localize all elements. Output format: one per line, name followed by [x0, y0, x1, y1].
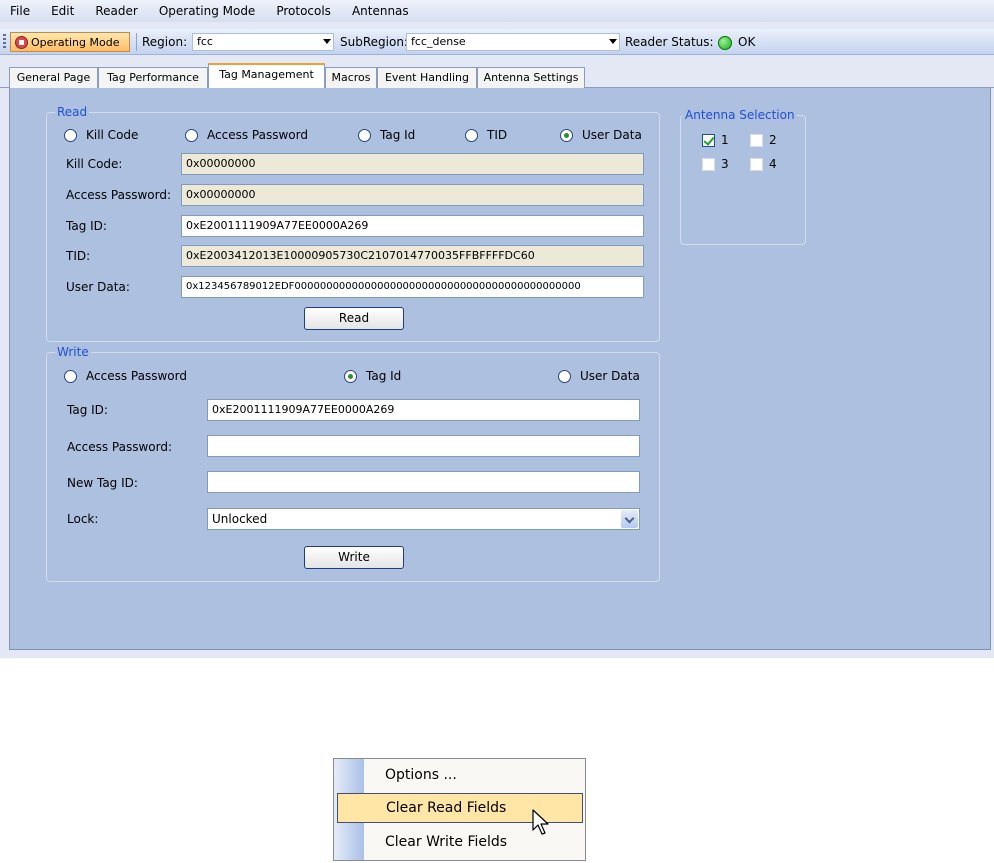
tab-antenna-settings[interactable]: Antenna Settings	[477, 67, 585, 88]
tab-event-handling[interactable]: Event Handling	[377, 67, 477, 88]
write-access-password-field[interactable]	[207, 435, 640, 457]
menu-item-options[interactable]: Options ...	[364, 761, 585, 791]
tid-label: TID:	[66, 249, 91, 263]
radio-icon	[185, 128, 198, 142]
toolbar: Operating Mode Region: fcc SubRegion: fc…	[0, 29, 994, 55]
subregion-label: SubRegion:	[340, 35, 408, 49]
antenna-1-checkbox[interactable]: 1	[702, 133, 729, 147]
read-option-kill-code[interactable]: Kill Code	[64, 128, 138, 142]
read-option-tag-id[interactable]: Tag Id	[358, 128, 415, 142]
kill-code-field[interactable]: 0x00000000	[181, 153, 644, 175]
menu-bar: File Edit Reader Operating Mode Protocol…	[0, 0, 994, 22]
antenna-3-checkbox[interactable]: 3	[702, 157, 729, 171]
access-password-field[interactable]: 0x00000000	[181, 184, 644, 206]
operating-mode-label: Operating Mode	[31, 35, 120, 49]
write-group-title: Write	[55, 345, 91, 359]
lock-value: Unlocked	[212, 512, 268, 526]
operating-mode-button[interactable]: Operating Mode	[10, 32, 130, 52]
menu-reader[interactable]: Reader	[95, 4, 137, 18]
checkbox-icon	[750, 133, 763, 147]
subregion-value: fcc_dense	[411, 35, 466, 48]
toolbar-grip-icon[interactable]	[3, 34, 6, 50]
tab-general-page[interactable]: General Page	[9, 67, 98, 88]
antenna-2-checkbox[interactable]: 2	[750, 133, 777, 147]
reader-status-label: Reader Status:	[625, 35, 714, 49]
tab-macros[interactable]: Macros	[325, 67, 377, 88]
status-ok-icon	[718, 36, 732, 50]
antenna-selection-title: Antenna Selection	[683, 108, 797, 122]
menu-file[interactable]: File	[10, 4, 30, 18]
read-button[interactable]: Read	[304, 307, 404, 330]
radio-icon	[64, 369, 77, 383]
region-value: fcc	[197, 35, 213, 48]
antenna-selection-group: Antenna Selection 1 2 3 4	[680, 108, 806, 245]
menu-operating-mode[interactable]: Operating Mode	[159, 4, 256, 18]
kill-code-label: Kill Code:	[66, 157, 123, 171]
tid-field[interactable]: 0xE2003412013E10000905730C2107014770035F…	[181, 245, 644, 267]
write-access-password-label: Access Password:	[67, 440, 172, 454]
tab-tag-performance[interactable]: Tag Performance	[98, 67, 208, 88]
menu-edit[interactable]: Edit	[51, 4, 74, 18]
write-option-tag-id[interactable]: Tag Id	[344, 369, 401, 383]
radio-icon	[358, 128, 371, 142]
checkbox-checked-icon	[702, 133, 715, 147]
write-tag-id-label: Tag ID:	[67, 403, 108, 417]
checkbox-icon	[750, 157, 763, 171]
radio-icon	[465, 128, 478, 142]
radio-icon	[558, 369, 571, 383]
write-option-user-data[interactable]: User Data	[558, 369, 640, 383]
application-window: File Edit Reader Operating Mode Protocol…	[0, 0, 994, 658]
chevron-down-icon	[609, 39, 617, 44]
tab-strip: General Page Tag Performance Tag Managem…	[0, 62, 994, 89]
write-tag-id-field[interactable]: 0xE2001111909A77EE0000A269	[207, 399, 640, 421]
new-tag-id-label: New Tag ID:	[67, 476, 138, 490]
tag-id-field[interactable]: 0xE2001111909A77EE0000A269	[181, 215, 644, 237]
stop-icon	[15, 35, 28, 49]
lock-label: Lock:	[67, 512, 99, 526]
chevron-down-icon[interactable]	[621, 510, 638, 528]
write-group: Write Access Password Tag Id User Data T…	[46, 345, 660, 582]
tag-id-label: Tag ID:	[66, 219, 107, 233]
region-select[interactable]: fcc	[192, 33, 334, 51]
radio-selected-icon	[344, 369, 357, 383]
user-data-label: User Data:	[66, 280, 130, 294]
mouse-pointer-icon	[532, 809, 549, 835]
radio-selected-icon	[560, 128, 573, 142]
toolbar-separator	[136, 33, 137, 51]
chevron-down-icon	[323, 39, 331, 44]
region-label: Region:	[142, 35, 188, 49]
subregion-select[interactable]: fcc_dense	[406, 33, 620, 51]
new-tag-id-field[interactable]	[207, 471, 640, 493]
tab-tag-management[interactable]: Tag Management	[208, 63, 325, 89]
read-group-title: Read	[55, 105, 90, 119]
lock-select[interactable]: Unlocked	[207, 508, 640, 530]
access-password-label: Access Password:	[66, 188, 171, 202]
read-option-user-data[interactable]: User Data	[560, 128, 642, 142]
reader-status-value: OK	[738, 35, 756, 49]
read-option-access-password[interactable]: Access Password	[185, 128, 308, 142]
read-option-tid[interactable]: TID	[465, 128, 507, 142]
tag-management-panel: Read Kill Code Access Password Tag Id TI…	[9, 88, 991, 650]
write-button[interactable]: Write	[304, 546, 404, 569]
write-option-access-password[interactable]: Access Password	[64, 369, 187, 383]
read-group: Read Kill Code Access Password Tag Id TI…	[46, 105, 660, 342]
menu-protocols[interactable]: Protocols	[276, 4, 331, 18]
radio-icon	[64, 128, 77, 142]
antenna-4-checkbox[interactable]: 4	[750, 157, 777, 171]
user-data-field[interactable]: 0x123456789012EDF00000000000000000000000…	[181, 276, 644, 298]
checkbox-icon	[702, 157, 715, 171]
menu-antennas[interactable]: Antennas	[352, 4, 409, 18]
